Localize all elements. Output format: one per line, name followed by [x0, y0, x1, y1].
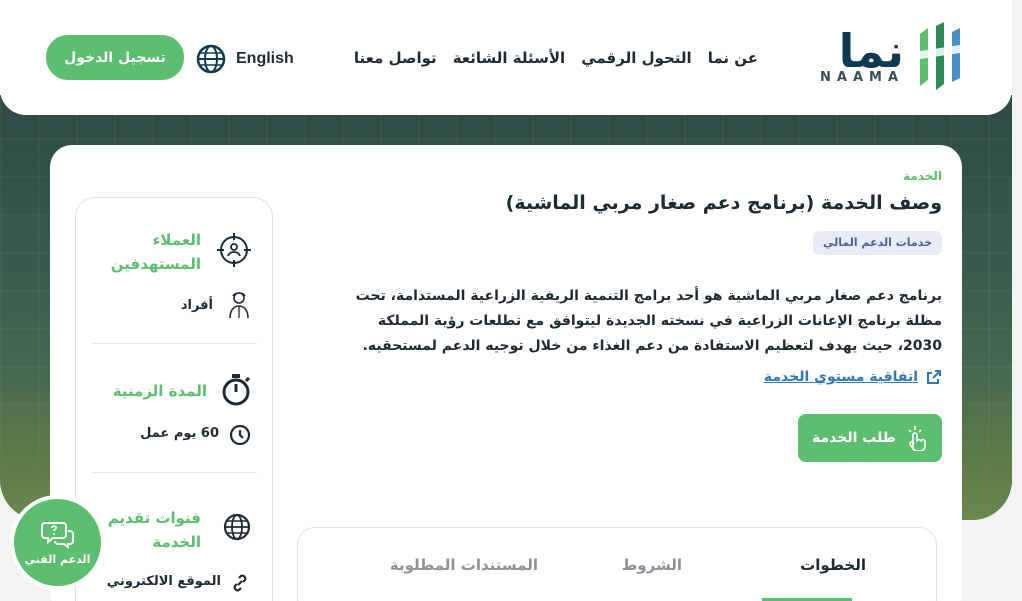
channels-value: الموقع الالكتروني [106, 574, 221, 589]
tab-required-documents[interactable]: المستندات المطلوبة [390, 556, 538, 574]
main-nav: عن نما التحول الرقمي الأسئلة الشائعة توا… [354, 49, 758, 67]
service-card: الخدمة وصف الخدمة (برنامج دعم صغار مربي … [50, 145, 962, 601]
request-service-button[interactable]: طلب الخدمة [798, 414, 942, 462]
category-badge: خدمات الدعم المالي [813, 231, 942, 255]
request-service-label: طلب الخدمة [812, 430, 896, 446]
language-switch[interactable]: English [196, 44, 294, 74]
page-title: وصف الخدمة (برنامج دعم صغار مربي الماشية… [505, 192, 942, 214]
nav-faq[interactable]: الأسئلة الشائعة [453, 49, 566, 67]
target-customers-value: أفراد [180, 298, 213, 313]
target-customers-title: العملاء المستهدفين [110, 231, 201, 273]
sidebar-divider [91, 472, 257, 473]
target-crosshair-icon [217, 233, 251, 267]
external-link-icon [927, 370, 941, 384]
sidebar-divider [91, 343, 257, 344]
channels-section: قنوات تقديم الخدمة الموقع الالكتروني [91, 504, 257, 601]
link-icon [233, 574, 247, 592]
duration-section: المدة الزمنية 60 يوم عمل [91, 373, 257, 468]
tab-steps[interactable]: الخطوات [800, 556, 866, 574]
login-button[interactable]: تسجيل الدخول [46, 35, 184, 80]
service-tabs: الخطوات الشروط المستندات المطلوبة [297, 527, 937, 601]
tab-conditions[interactable]: الشروط [622, 556, 682, 574]
nav-about[interactable]: عن نما [708, 49, 758, 67]
nav-digital-transformation[interactable]: التحول الرقمي [581, 49, 692, 67]
target-customers-section: العملاء المستهدفين أفراد [91, 226, 257, 346]
nav-contact[interactable]: تواصل معنا [354, 49, 437, 67]
language-label: English [236, 50, 294, 67]
duration-value: 60 يوم عمل [140, 426, 219, 441]
service-description: برنامج دعم صغار مربي الماشية هو أحد برام… [355, 288, 942, 354]
site-header: نما NAAMA عن نما التحول الرقمي الأسئلة ا… [0, 0, 1012, 115]
globe-icon [196, 44, 226, 74]
person-icon [229, 292, 249, 319]
globe-network-icon [223, 513, 251, 541]
clock-icon [229, 424, 251, 446]
support-label: الدعم الفني [24, 553, 91, 566]
naama-logo[interactable]: نما NAAMA [796, 22, 966, 92]
sla-link[interactable]: اتفاقية مستوي الخدمة [764, 369, 918, 385]
sla-link-row[interactable]: اتفاقية مستوي الخدمة [764, 369, 942, 385]
chat-question-icon [40, 522, 74, 549]
duration-title: المدة الزمنية [112, 382, 207, 400]
breadcrumb[interactable]: الخدمة [903, 169, 942, 183]
channels-title: قنوات تقديم الخدمة [107, 509, 201, 551]
hand-pointer-icon [908, 426, 926, 451]
naama-logo-mark-icon [914, 22, 966, 90]
technical-support-button[interactable]: الدعم الفني [10, 495, 105, 590]
stopwatch-icon [222, 374, 251, 406]
logo-latin: NAAMA [820, 70, 904, 85]
